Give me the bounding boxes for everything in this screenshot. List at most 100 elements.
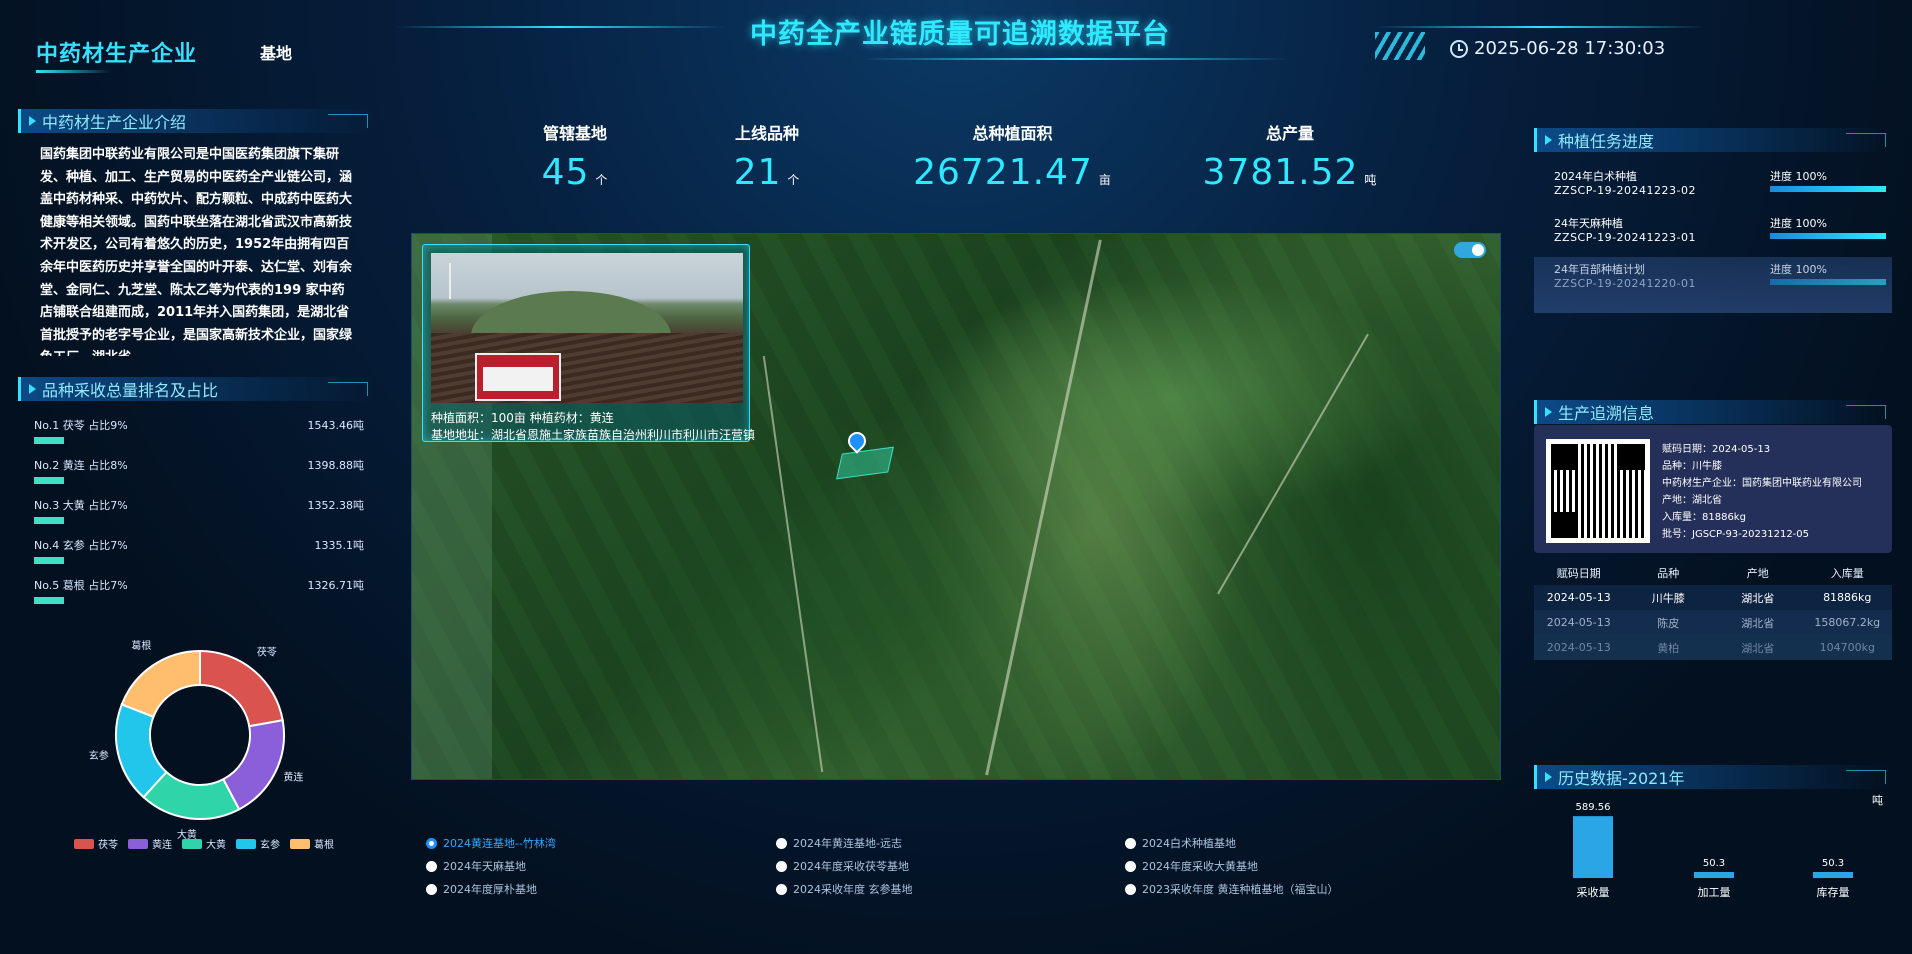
tab-company[interactable]: 中药材生产企业 xyxy=(36,36,197,68)
donut-label: 玄参 xyxy=(89,749,109,762)
base-radio-option[interactable]: 2024白术种植基地 xyxy=(1125,835,1236,851)
map-layer-toggle[interactable] xyxy=(1454,242,1486,258)
trace-origin: 产地：湖北省 xyxy=(1662,495,1722,506)
circuit-decoration xyxy=(1846,133,1886,147)
history-bar-category: 采收量 xyxy=(1577,885,1610,899)
base-radio-label: 2024年天麻基地 xyxy=(443,860,526,873)
table-row[interactable]: 2024-05-13 黄柏 湖北省 104700kg xyxy=(1534,635,1892,660)
trace-section-header: 生产追溯信息 xyxy=(1534,400,1892,424)
ranking-bar xyxy=(34,597,64,604)
radio-dot[interactable] xyxy=(776,860,787,872)
tab-base[interactable]: 基地 xyxy=(260,40,292,64)
radio-dot[interactable] xyxy=(1125,837,1136,849)
history-bar-加工量[interactable] xyxy=(1694,872,1734,878)
map-road xyxy=(985,239,1102,776)
trace-date: 赋码日期：2024-05-13 xyxy=(1662,444,1771,455)
base-radio-option[interactable]: 2024年度厚朴基地 xyxy=(426,881,537,897)
base-radio-label: 2024白术种植基地 xyxy=(1142,837,1236,850)
ranking-value: 1326.71吨 xyxy=(307,579,365,592)
task-progress-label: 进度 100% xyxy=(1770,263,1827,276)
legend-item[interactable]: 玄参 xyxy=(236,836,280,851)
radio-dot[interactable] xyxy=(1125,883,1136,895)
legend-item[interactable]: 葛根 xyxy=(290,836,334,851)
stat-label: 上线品种 xyxy=(734,124,799,143)
radio-dot[interactable] xyxy=(776,837,787,849)
datetime-display: 2025-06-28 17:30:03 xyxy=(1450,38,1665,59)
ranking-value: 1398.88吨 xyxy=(307,459,365,472)
base-radio-label: 2024年黄连基地-远志 xyxy=(793,837,902,850)
task-name: 24年百部种植计划 xyxy=(1554,263,1645,276)
table-row[interactable]: 2024-05-13 陈皮 湖北省 158067.2kg xyxy=(1534,610,1892,635)
stat-area: 总种植面积 26721.47 亩 xyxy=(900,120,1125,193)
task-name: 24年天麻种植 xyxy=(1554,217,1623,230)
chevron-right-icon xyxy=(1545,135,1552,145)
base-radio-option[interactable]: 2024黄连基地--竹林湾 xyxy=(426,835,556,851)
radio-dot[interactable] xyxy=(426,837,437,849)
history-bar-category: 库存量 xyxy=(1817,885,1850,899)
donut-label: 黄连 xyxy=(283,771,303,784)
ranking-bar xyxy=(34,477,64,484)
legend-label: 大黄 xyxy=(206,840,226,851)
legend-item[interactable]: 茯苓 xyxy=(74,836,118,851)
donut-label: 葛根 xyxy=(131,640,151,652)
base-radio-option[interactable]: 2024年黄连基地-远志 xyxy=(776,835,902,851)
radio-dot[interactable] xyxy=(776,883,787,895)
header-line-center xyxy=(860,58,1290,60)
donut-slice-茯苓[interactable] xyxy=(199,649,284,728)
base-radio-label: 2024黄连基地--竹林湾 xyxy=(443,837,556,850)
base-radio-option[interactable]: 2024采收年度 玄参基地 xyxy=(776,881,913,897)
ranking-section-title: 品种采收总量排名及占比 xyxy=(42,381,219,400)
task-progress-label: 进度 100% xyxy=(1770,170,1827,183)
qr-code[interactable] xyxy=(1546,439,1650,543)
history-bar-value: 589.56 xyxy=(1576,802,1611,813)
task-item[interactable]: 24年天麻种植 ZZSCP-19-20241223-01 进度 100% xyxy=(1534,211,1892,257)
base-radio-option[interactable]: 2024年天麻基地 xyxy=(426,858,526,874)
donut-label: 茯苓 xyxy=(257,645,277,658)
task-name: 2024年白术种植 xyxy=(1554,170,1637,183)
ranking-section-header: 品种采收总量排名及占比 xyxy=(18,377,374,401)
legend-label: 黄连 xyxy=(152,840,172,851)
base-radio-option[interactable]: 2023采收年度 黄连种植基地（福宝山） xyxy=(1125,881,1339,897)
stat-value: 45 个 xyxy=(541,152,609,193)
trace-table: 赋码日期 品种 产地 入库量 2024-05-13 川牛膝 湖北省 81886kg 2024… xyxy=(1534,560,1892,660)
stat-label: 总种植面积 xyxy=(972,124,1053,143)
header-line-right xyxy=(1375,26,1705,28)
base-radio-option[interactable]: 2024年度采收大黄基地 xyxy=(1125,858,1258,874)
chevron-right-icon xyxy=(1545,772,1552,782)
donut-slice-葛根[interactable] xyxy=(120,649,201,719)
legend-label: 玄参 xyxy=(260,840,280,851)
base-plot-polygon[interactable] xyxy=(836,446,894,480)
base-info-popup: 种植面积：100亩 种植药材：黄连 基地地址：湖北省恩施土家族苗族自治州利川市利… xyxy=(422,244,755,442)
ranking-bar xyxy=(34,437,64,444)
intro-section-header: 中药材生产企业介绍 xyxy=(18,109,374,133)
radio-dot[interactable] xyxy=(1125,860,1136,872)
history-bar-value: 50.3 xyxy=(1703,858,1725,869)
legend-item[interactable]: 黄连 xyxy=(128,836,172,851)
base-radio-option[interactable]: 2024年度采收茯苓基地 xyxy=(776,858,909,874)
legend-item[interactable]: 大黄 xyxy=(182,836,226,851)
ranking-row: No.2 黄连 占比8% 1398.88吨 xyxy=(34,457,364,484)
trace-batch: 批号：JGSCP-93-20231212-05 xyxy=(1662,529,1810,540)
legend-swatch xyxy=(182,838,202,849)
history-section-title: 历史数据-2021年 xyxy=(1558,769,1685,788)
intro-text[interactable]: 国药集团中联药业有限公司是中国医药集团旗下集研发、种植、加工、生产贸易的中医药全… xyxy=(40,144,355,356)
radio-dot[interactable] xyxy=(426,860,437,872)
photo-signboard xyxy=(475,353,561,401)
radio-dot[interactable] xyxy=(426,883,437,895)
history-bar-库存量[interactable] xyxy=(1813,872,1853,878)
donut-chart[interactable]: 茯苓黄连大黄玄参葛根 xyxy=(60,640,340,840)
task-item[interactable]: 2024年白术种植 ZZSCP-19-20241223-02 进度 100% xyxy=(1534,164,1892,210)
ranking-row: No.5 葛根 占比7% 1326.71吨 xyxy=(34,577,364,604)
base-radio-label: 2024年度采收大黄基地 xyxy=(1142,860,1258,873)
base-radio-label: 2024年度厚朴基地 xyxy=(443,883,537,896)
map-road xyxy=(1217,333,1369,595)
intro-section-title: 中药材生产企业介绍 xyxy=(42,113,187,132)
task-progress-bar xyxy=(1770,186,1886,192)
circuit-decoration xyxy=(328,382,368,396)
task-item[interactable]: 24年百部种植计划 ZZSCP-19-20241220-01 进度 100% xyxy=(1534,257,1892,313)
satellite-map[interactable]: 种植面积：100亩 种植药材：黄连 基地地址：湖北省恩施土家族苗族自治州利川市利… xyxy=(411,233,1501,780)
table-row[interactable]: 2024-05-13 川牛膝 湖北省 81886kg xyxy=(1534,585,1892,610)
task-progress-label: 进度 100% xyxy=(1770,217,1827,230)
history-bar-采收量[interactable] xyxy=(1573,816,1613,878)
stat-value: 26721.47 亩 xyxy=(913,152,1112,193)
